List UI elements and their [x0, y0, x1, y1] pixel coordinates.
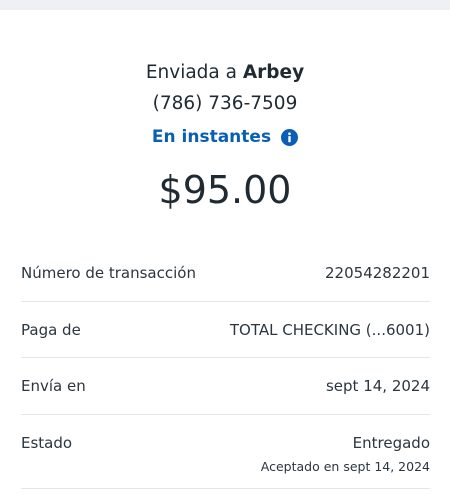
- row-divider: [21, 414, 430, 415]
- delivery-speed[interactable]: En instantes: [0, 126, 450, 148]
- sent-to-line: Enviada a Arbey: [0, 61, 450, 85]
- detail-value: sept 14, 2024: [325, 377, 430, 395]
- status-value: Entregado: [352, 434, 430, 452]
- recipient-name: Arbey: [242, 62, 305, 83]
- detail-label: Estado: [21, 434, 73, 452]
- row-divider: [21, 488, 430, 489]
- detail-label: Número de transacción: [21, 264, 196, 282]
- detail-value: 22054282201: [325, 264, 430, 282]
- detail-label: Envía en: [21, 377, 86, 395]
- sent-prefix: Enviada a: [145, 62, 237, 83]
- row-divider: [21, 357, 430, 358]
- detail-value: TOTAL CHECKING (...6001): [229, 321, 430, 339]
- row-divider: [21, 301, 430, 302]
- payment-amount: $95.00: [158, 168, 292, 212]
- detail-label: Paga de: [21, 321, 81, 339]
- info-icon[interactable]: [281, 128, 299, 146]
- payment-detail-screen: Enviada a Arbey (786) 736-7509 En instan…: [0, 0, 450, 495]
- delivery-speed-label[interactable]: En instantes: [152, 126, 271, 148]
- top-strip: [0, 0, 450, 10]
- status-subtext: Aceptado en sept 14, 2024: [260, 459, 430, 474]
- recipient-phone: (786) 736-7509: [152, 93, 298, 114]
